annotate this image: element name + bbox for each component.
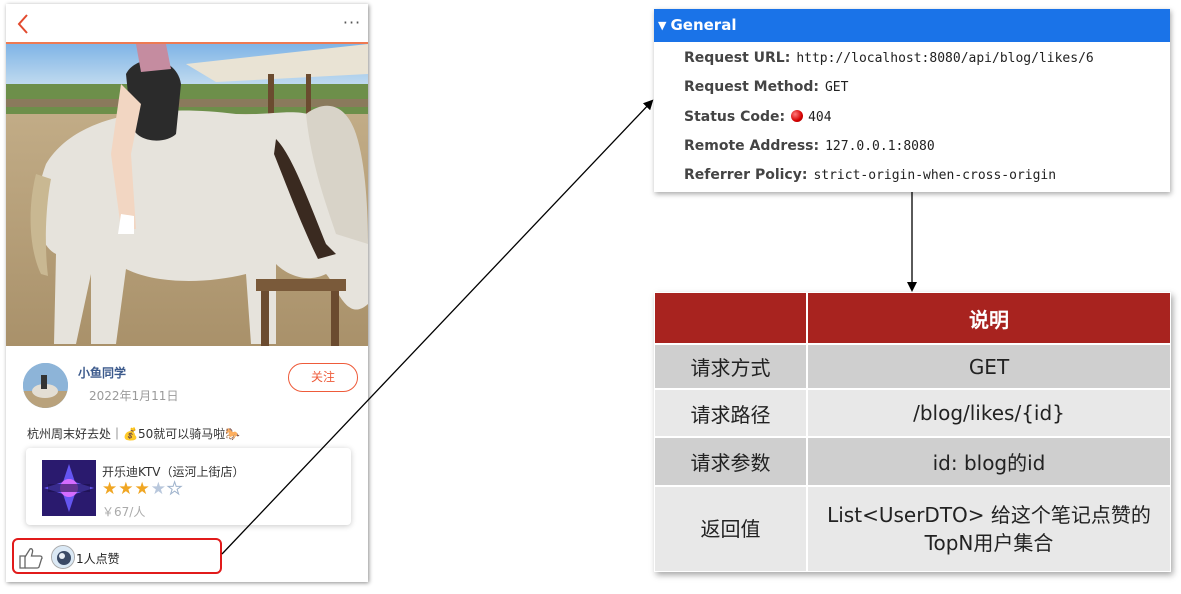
status-error-icon bbox=[791, 110, 804, 122]
collapse-triangle-icon: ▼ bbox=[658, 19, 667, 32]
row-key: Request Method: bbox=[684, 79, 819, 95]
row-label: 请求参数 bbox=[654, 437, 807, 486]
like-count-text: 1人点赞 bbox=[76, 552, 120, 566]
row-value: id: blog的id bbox=[807, 437, 1171, 486]
shop-logo bbox=[42, 460, 96, 516]
row-key: Remote Address: bbox=[684, 138, 820, 154]
header-cell-empty bbox=[654, 292, 807, 344]
follow-button[interactable]: 关注 bbox=[288, 363, 358, 392]
phone-screen: ··· 小鱼同学 2022年1月11日 关注 杭州周末好去处｜💰50就可以骑马啦… bbox=[6, 4, 368, 582]
author-name[interactable]: 小鱼同学 bbox=[78, 364, 126, 381]
request-method-row: Request Method: GET bbox=[684, 75, 848, 97]
referrer-policy-row: Referrer Policy: strict-origin-when-cross… bbox=[684, 163, 1056, 185]
row-key: Request URL: bbox=[684, 50, 791, 66]
remote-address-row: Remote Address: 127.0.0.1:8080 bbox=[684, 134, 935, 156]
row-value: GET bbox=[807, 344, 1171, 389]
blog-photo bbox=[6, 44, 368, 346]
general-title: General bbox=[670, 16, 737, 34]
author-avatar[interactable] bbox=[23, 363, 68, 408]
row-value: List<UserDTO> 给这个笔记点赞的TopN用户集合 bbox=[807, 486, 1171, 572]
empty-star-icon: ★ bbox=[166, 479, 184, 500]
table-header-row: 说明 bbox=[654, 292, 1171, 344]
shop-price: ￥67/人 bbox=[102, 505, 146, 519]
row-label: 返回值 bbox=[654, 486, 807, 572]
table-row: 请求路径 /blog/likes/{id} bbox=[654, 389, 1171, 437]
like-area-highlight: 1人点赞 bbox=[12, 538, 222, 574]
header-cell-description: 说明 bbox=[807, 292, 1171, 344]
more-options-icon[interactable]: ··· bbox=[342, 10, 362, 36]
row-value: 404 bbox=[808, 110, 832, 125]
row-key: Status Code: bbox=[684, 109, 786, 125]
api-spec-table: 说明 请求方式 GET 请求路径 /blog/likes/{id} 请求参数 i… bbox=[654, 292, 1171, 572]
shop-name: 开乐迪KTV（运河上街店） bbox=[102, 465, 245, 479]
star-icon: ★ bbox=[102, 479, 119, 499]
row-key: Referrer Policy: bbox=[684, 167, 808, 183]
row-label: 请求路径 bbox=[654, 389, 807, 437]
star-icon: ★ bbox=[134, 479, 151, 499]
blog-caption: 杭州周末好去处｜💰50就可以骑马啦🐎 bbox=[27, 427, 241, 441]
thumbs-up-icon[interactable] bbox=[18, 546, 44, 570]
row-value: 127.0.0.1:8080 bbox=[825, 139, 935, 154]
rating-stars: ★★★★★ bbox=[102, 479, 184, 500]
row-value: strict-origin-when-cross-origin bbox=[813, 168, 1057, 183]
table-row: 返回值 List<UserDTO> 给这个笔记点赞的TopN用户集合 bbox=[654, 486, 1171, 572]
request-general-panel: ▼ General Request URL: http://localhost:80… bbox=[654, 9, 1170, 192]
row-value: GET bbox=[824, 80, 849, 95]
liker-avatar[interactable] bbox=[51, 545, 75, 569]
row-label: 请求方式 bbox=[654, 344, 807, 389]
canvas: ··· 小鱼同学 2022年1月11日 关注 杭州周末好去处｜💰50就可以骑马啦… bbox=[0, 0, 1181, 594]
status-code-row: Status Code: 404 bbox=[684, 105, 832, 127]
table-row: 请求参数 id: blog的id bbox=[654, 437, 1171, 486]
back-arrow-icon[interactable] bbox=[12, 8, 36, 40]
row-value: /blog/likes/{id} bbox=[807, 389, 1171, 437]
row-value: http://localhost:8080/api/blog/likes/6 bbox=[796, 51, 1094, 66]
post-date: 2022年1月11日 bbox=[89, 389, 179, 403]
half-star-icon: ★ bbox=[150, 479, 167, 499]
table-row: 请求方式 GET bbox=[654, 344, 1171, 389]
star-icon: ★ bbox=[118, 479, 135, 499]
top-bar: ··· bbox=[6, 4, 368, 44]
request-url-row: Request URL: http://localhost:8080/api/bl… bbox=[684, 46, 1094, 68]
shop-card[interactable]: 开乐迪KTV（运河上街店） ★★★★★ ￥67/人 bbox=[26, 448, 351, 525]
general-section-toggle[interactable]: ▼ General bbox=[654, 9, 1170, 42]
